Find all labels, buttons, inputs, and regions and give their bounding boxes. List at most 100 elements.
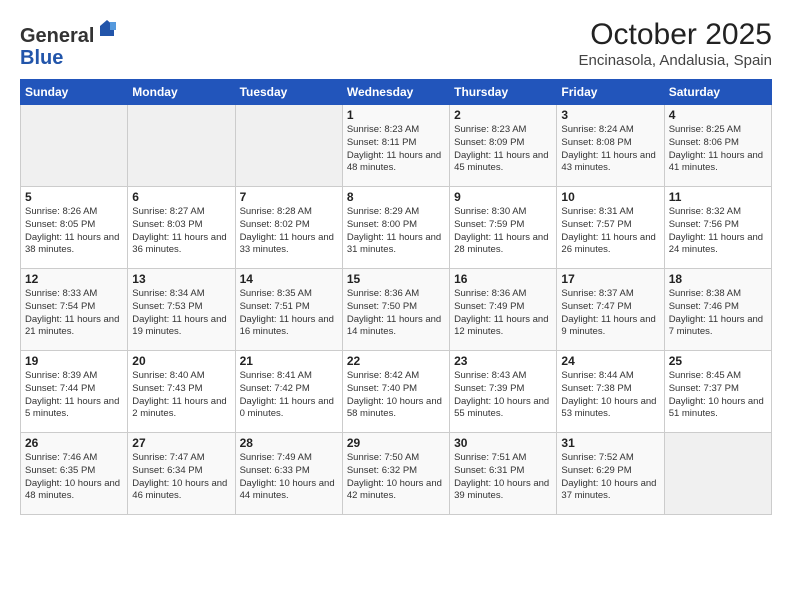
day-number: 13 <box>132 272 230 286</box>
day-info: Sunrise: 8:33 AMSunset: 7:54 PMDaylight:… <box>25 288 123 339</box>
calendar-cell: 4 Sunrise: 8:25 AMSunset: 8:06 PMDaylight… <box>664 105 771 187</box>
day-info: Sunrise: 8:41 AMSunset: 7:42 PMDaylight:… <box>240 370 338 421</box>
weekday-header: Thursday <box>450 80 557 105</box>
day-number: 28 <box>240 436 338 450</box>
calendar-cell: 30 Sunrise: 7:51 AMSunset: 6:31 PMDayligh… <box>450 433 557 515</box>
calendar-cell: 7 Sunrise: 8:28 AMSunset: 8:02 PMDaylight… <box>235 187 342 269</box>
day-number: 12 <box>25 272 123 286</box>
logo-icon <box>96 18 118 40</box>
calendar-cell: 25 Sunrise: 8:45 AMSunset: 7:37 PMDayligh… <box>664 351 771 433</box>
calendar-cell: 24 Sunrise: 8:44 AMSunset: 7:38 PMDayligh… <box>557 351 664 433</box>
day-info: Sunrise: 8:43 AMSunset: 7:39 PMDaylight:… <box>454 370 552 421</box>
day-number: 8 <box>347 190 445 204</box>
day-info: Sunrise: 8:25 AMSunset: 8:06 PMDaylight:… <box>669 124 767 175</box>
day-number: 10 <box>561 190 659 204</box>
day-number: 14 <box>240 272 338 286</box>
calendar-cell: 22 Sunrise: 8:42 AMSunset: 7:40 PMDayligh… <box>342 351 449 433</box>
day-number: 21 <box>240 354 338 368</box>
weekday-header: Friday <box>557 80 664 105</box>
day-number: 16 <box>454 272 552 286</box>
day-number: 4 <box>669 108 767 122</box>
calendar-cell: 20Sunrise: 8:40 AMSunset: 7:43 PMDayligh… <box>128 351 235 433</box>
weekday-header: Tuesday <box>235 80 342 105</box>
calendar-cell: 28Sunrise: 7:49 AMSunset: 6:33 PMDayligh… <box>235 433 342 515</box>
weekday-header: Wednesday <box>342 80 449 105</box>
weekday-header: Sunday <box>21 80 128 105</box>
day-number: 5 <box>25 190 123 204</box>
calendar-cell: 23 Sunrise: 8:43 AMSunset: 7:39 PMDayligh… <box>450 351 557 433</box>
day-info: Sunrise: 7:51 AMSunset: 6:31 PMDaylight:… <box>454 452 552 503</box>
calendar-week-row: 26 Sunrise: 7:46 AMSunset: 6:35 PMDayligh… <box>21 433 772 515</box>
calendar-week-row: 5 Sunrise: 8:26 AMSunset: 8:05 PMDaylight… <box>21 187 772 269</box>
calendar-cell: 1Sunrise: 8:23 AMSunset: 8:11 PMDaylight… <box>342 105 449 187</box>
page-header: General Blue October 2025 Encinasola, An… <box>20 18 772 69</box>
day-number: 7 <box>240 190 338 204</box>
calendar-cell: 10 Sunrise: 8:31 AMSunset: 7:57 PMDayligh… <box>557 187 664 269</box>
day-info: Sunrise: 8:26 AMSunset: 8:05 PMDaylight:… <box>25 206 123 257</box>
calendar-cell: 27Sunrise: 7:47 AMSunset: 6:34 PMDayligh… <box>128 433 235 515</box>
day-info: Sunrise: 8:36 AMSunset: 7:49 PMDaylight:… <box>454 288 552 339</box>
day-number: 29 <box>347 436 445 450</box>
day-number: 9 <box>454 190 552 204</box>
day-info: Sunrise: 8:24 AMSunset: 8:08 PMDaylight:… <box>561 124 659 175</box>
calendar-table: SundayMondayTuesdayWednesdayThursdayFrid… <box>20 79 772 515</box>
logo-general-text: General <box>20 25 94 47</box>
calendar-cell: 5 Sunrise: 8:26 AMSunset: 8:05 PMDaylight… <box>21 187 128 269</box>
calendar-cell: 2Sunrise: 8:23 AMSunset: 8:09 PMDaylight… <box>450 105 557 187</box>
day-info: Sunrise: 8:38 AMSunset: 7:46 PMDaylight:… <box>669 288 767 339</box>
logo: General Blue <box>20 18 118 69</box>
calendar-cell <box>128 105 235 187</box>
calendar-cell: 15Sunrise: 8:36 AMSunset: 7:50 PMDayligh… <box>342 269 449 351</box>
calendar-cell: 12 Sunrise: 8:33 AMSunset: 7:54 PMDayligh… <box>21 269 128 351</box>
day-number: 6 <box>132 190 230 204</box>
day-number: 31 <box>561 436 659 450</box>
day-info: Sunrise: 8:28 AMSunset: 8:02 PMDaylight:… <box>240 206 338 257</box>
calendar-cell: 21 Sunrise: 8:41 AMSunset: 7:42 PMDayligh… <box>235 351 342 433</box>
day-number: 19 <box>25 354 123 368</box>
day-number: 30 <box>454 436 552 450</box>
day-info: Sunrise: 8:34 AMSunset: 7:53 PMDaylight:… <box>132 288 230 339</box>
day-info: Sunrise: 7:47 AMSunset: 6:34 PMDaylight:… <box>132 452 230 503</box>
calendar-cell <box>21 105 128 187</box>
calendar-cell: 11Sunrise: 8:32 AMSunset: 7:56 PMDayligh… <box>664 187 771 269</box>
day-info: Sunrise: 7:46 AMSunset: 6:35 PMDaylight:… <box>25 452 123 503</box>
page-title: October 2025 <box>579 18 772 52</box>
calendar-cell: 26 Sunrise: 7:46 AMSunset: 6:35 PMDayligh… <box>21 433 128 515</box>
day-info: Sunrise: 8:29 AMSunset: 8:00 PMDaylight:… <box>347 206 445 257</box>
calendar-cell: 13 Sunrise: 8:34 AMSunset: 7:53 PMDayligh… <box>128 269 235 351</box>
day-number: 22 <box>347 354 445 368</box>
day-info: Sunrise: 8:42 AMSunset: 7:40 PMDaylight:… <box>347 370 445 421</box>
day-info: Sunrise: 8:35 AMSunset: 7:51 PMDaylight:… <box>240 288 338 339</box>
day-number: 24 <box>561 354 659 368</box>
day-info: Sunrise: 8:37 AMSunset: 7:47 PMDaylight:… <box>561 288 659 339</box>
day-number: 26 <box>25 436 123 450</box>
day-info: Sunrise: 8:30 AMSunset: 7:59 PMDaylight:… <box>454 206 552 257</box>
day-info: Sunrise: 8:45 AMSunset: 7:37 PMDaylight:… <box>669 370 767 421</box>
calendar-cell: 29Sunrise: 7:50 AMSunset: 6:32 PMDayligh… <box>342 433 449 515</box>
calendar-cell: 17 Sunrise: 8:37 AMSunset: 7:47 PMDayligh… <box>557 269 664 351</box>
day-number: 17 <box>561 272 659 286</box>
calendar-week-row: 19 Sunrise: 8:39 AMSunset: 7:44 PMDayligh… <box>21 351 772 433</box>
calendar-cell: 31 Sunrise: 7:52 AMSunset: 6:29 PMDayligh… <box>557 433 664 515</box>
day-number: 25 <box>669 354 767 368</box>
day-info: Sunrise: 8:31 AMSunset: 7:57 PMDaylight:… <box>561 206 659 257</box>
calendar-cell: 18Sunrise: 8:38 AMSunset: 7:46 PMDayligh… <box>664 269 771 351</box>
day-info: Sunrise: 8:27 AMSunset: 8:03 PMDaylight:… <box>132 206 230 257</box>
day-info: Sunrise: 8:44 AMSunset: 7:38 PMDaylight:… <box>561 370 659 421</box>
calendar-cell: 16 Sunrise: 8:36 AMSunset: 7:49 PMDayligh… <box>450 269 557 351</box>
calendar-cell: 19 Sunrise: 8:39 AMSunset: 7:44 PMDayligh… <box>21 351 128 433</box>
day-info: Sunrise: 8:39 AMSunset: 7:44 PMDaylight:… <box>25 370 123 421</box>
calendar-week-row: 12 Sunrise: 8:33 AMSunset: 7:54 PMDayligh… <box>21 269 772 351</box>
day-info: Sunrise: 7:52 AMSunset: 6:29 PMDaylight:… <box>561 452 659 503</box>
day-number: 23 <box>454 354 552 368</box>
calendar-cell: 8 Sunrise: 8:29 AMSunset: 8:00 PMDaylight… <box>342 187 449 269</box>
page-subtitle: Encinasola, Andalusia, Spain <box>579 52 772 69</box>
day-number: 11 <box>669 190 767 204</box>
day-info: Sunrise: 8:36 AMSunset: 7:50 PMDaylight:… <box>347 288 445 339</box>
calendar-cell: 6 Sunrise: 8:27 AMSunset: 8:03 PMDaylight… <box>128 187 235 269</box>
day-info: Sunrise: 8:40 AMSunset: 7:43 PMDaylight:… <box>132 370 230 421</box>
calendar-cell <box>664 433 771 515</box>
day-number: 1 <box>347 108 445 122</box>
calendar-cell: 9 Sunrise: 8:30 AMSunset: 7:59 PMDaylight… <box>450 187 557 269</box>
calendar-cell: 3Sunrise: 8:24 AMSunset: 8:08 PMDaylight… <box>557 105 664 187</box>
